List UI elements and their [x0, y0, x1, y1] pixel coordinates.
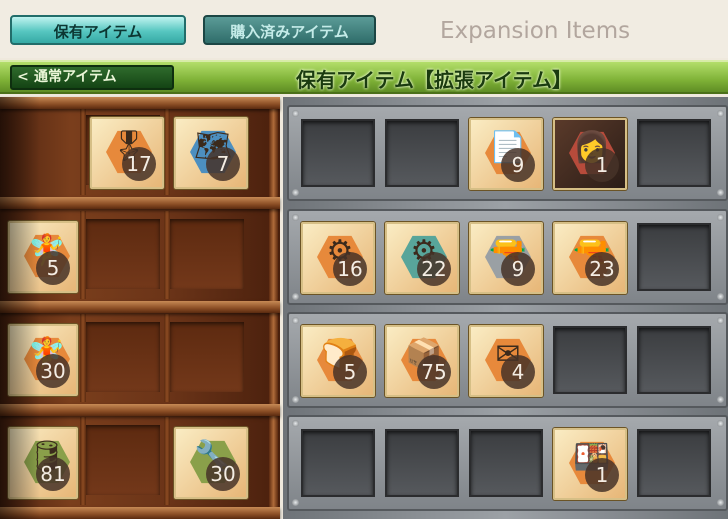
item-count: 30 — [206, 457, 240, 491]
item-slot[interactable]: 🧚 30 — [8, 324, 78, 396]
shelf-divider — [164, 314, 170, 402]
bolt — [717, 396, 724, 403]
item-slot[interactable]: 📄 9 — [469, 118, 543, 190]
bolt — [717, 293, 724, 300]
item-count: 17 — [122, 147, 156, 181]
bolt — [292, 293, 299, 300]
item-slot[interactable]: ⚙ 16 — [301, 222, 375, 294]
item-slot[interactable]: 📦 75 — [385, 325, 459, 397]
category-banner: < 通常アイテム 保有アイテム【拡張アイテム】 — [0, 60, 728, 94]
item-slot[interactable]: 🍞 5 — [301, 325, 375, 397]
shelf-slot — [86, 322, 160, 392]
empty-slot — [385, 119, 459, 187]
wooden-shelf: 🎖 17 🗺 7 🧚 5 🧚 30 🛢 81 🔧 30 — [0, 97, 280, 519]
item-slot[interactable]: 🔧 30 — [174, 427, 248, 499]
item-count: 9 — [501, 252, 535, 286]
back-to-normal-items-button[interactable]: < 通常アイテム — [10, 65, 174, 90]
item-count: 75 — [417, 355, 451, 389]
shelf-row: 📄 9 👩 1 — [287, 105, 728, 201]
empty-slot — [469, 429, 543, 497]
empty-slot — [301, 429, 375, 497]
shelf-slot — [170, 322, 244, 392]
item-count: 16 — [333, 252, 367, 286]
item-slot[interactable]: ⚙ 22 — [385, 222, 459, 294]
empty-slot — [637, 119, 711, 187]
item-slot[interactable]: 🎖 17 — [90, 117, 164, 189]
shelf-board — [0, 301, 280, 313]
bolt — [717, 189, 724, 196]
back-button-label: 通常アイテム — [34, 69, 117, 85]
section-heading: Expansion Items — [440, 18, 631, 44]
item-slot[interactable]: 🔫 23 — [553, 222, 627, 294]
shelf-divider — [164, 417, 170, 505]
empty-slot — [553, 326, 627, 394]
bolt — [292, 317, 299, 324]
empty-slot — [637, 326, 711, 394]
bolt — [717, 110, 724, 117]
shelf-divider — [164, 211, 170, 299]
bolt — [292, 499, 299, 506]
item-count: 9 — [501, 148, 535, 182]
tab-purchased-items[interactable]: 購入済みアイテム — [203, 15, 376, 45]
shelf-row: 🍱 1 — [287, 415, 728, 511]
bolt — [292, 214, 299, 221]
shelf-row: ⚙ 16 ⚙ 22 🔫 9 🔫 23 — [287, 209, 728, 305]
item-count: 1 — [585, 458, 619, 492]
item-count: 23 — [585, 252, 619, 286]
item-count: 22 — [417, 252, 451, 286]
shelf-slot — [86, 219, 160, 289]
bolt — [717, 317, 724, 324]
item-slot[interactable]: 🗺 7 — [174, 117, 248, 189]
empty-slot — [637, 429, 711, 497]
metal-shelf: 📄 9 👩 1 ⚙ 16 ⚙ 22 🔫 9 🔫 23 🍞 5 📦 75 ✉ 4 … — [283, 97, 728, 519]
item-slot[interactable]: ✉ 4 — [469, 325, 543, 397]
shelf-slot — [170, 219, 244, 289]
item-count: 7 — [206, 147, 240, 181]
item-count: 1 — [585, 148, 619, 182]
bolt — [292, 110, 299, 117]
shelf-board — [0, 404, 280, 416]
shelf-board — [0, 97, 280, 109]
item-slot[interactable]: 🔫 9 — [469, 222, 543, 294]
shelf-divider — [80, 107, 86, 195]
bolt — [292, 396, 299, 403]
bolt — [717, 499, 724, 506]
shelf-row: 🍞 5 📦 75 ✉ 4 — [287, 312, 728, 408]
item-slot[interactable]: 👩 1 — [553, 118, 627, 190]
empty-slot — [385, 429, 459, 497]
bolt — [292, 420, 299, 427]
shelf-board — [0, 197, 280, 209]
shelf-slot — [86, 425, 160, 495]
tab-bar: 保有アイテム 購入済みアイテム Expansion Items — [0, 0, 728, 58]
item-count: 5 — [333, 355, 367, 389]
item-count: 5 — [36, 251, 70, 285]
empty-slot — [301, 119, 375, 187]
item-slot[interactable]: 🍱 1 — [553, 428, 627, 500]
shelf-board — [0, 507, 280, 519]
item-slot[interactable]: 🛢 81 — [8, 427, 78, 499]
item-count: 81 — [36, 457, 70, 491]
bolt — [717, 214, 724, 221]
chevron-left-icon: < — [17, 69, 29, 85]
banner-title: 保有アイテム【拡張アイテム】 — [296, 68, 572, 92]
bolt — [292, 189, 299, 196]
item-slot[interactable]: 🧚 5 — [8, 221, 78, 293]
bolt — [717, 420, 724, 427]
item-count: 30 — [36, 354, 70, 388]
item-count: 4 — [501, 355, 535, 389]
tab-owned-items[interactable]: 保有アイテム — [10, 15, 186, 45]
empty-slot — [637, 223, 711, 291]
